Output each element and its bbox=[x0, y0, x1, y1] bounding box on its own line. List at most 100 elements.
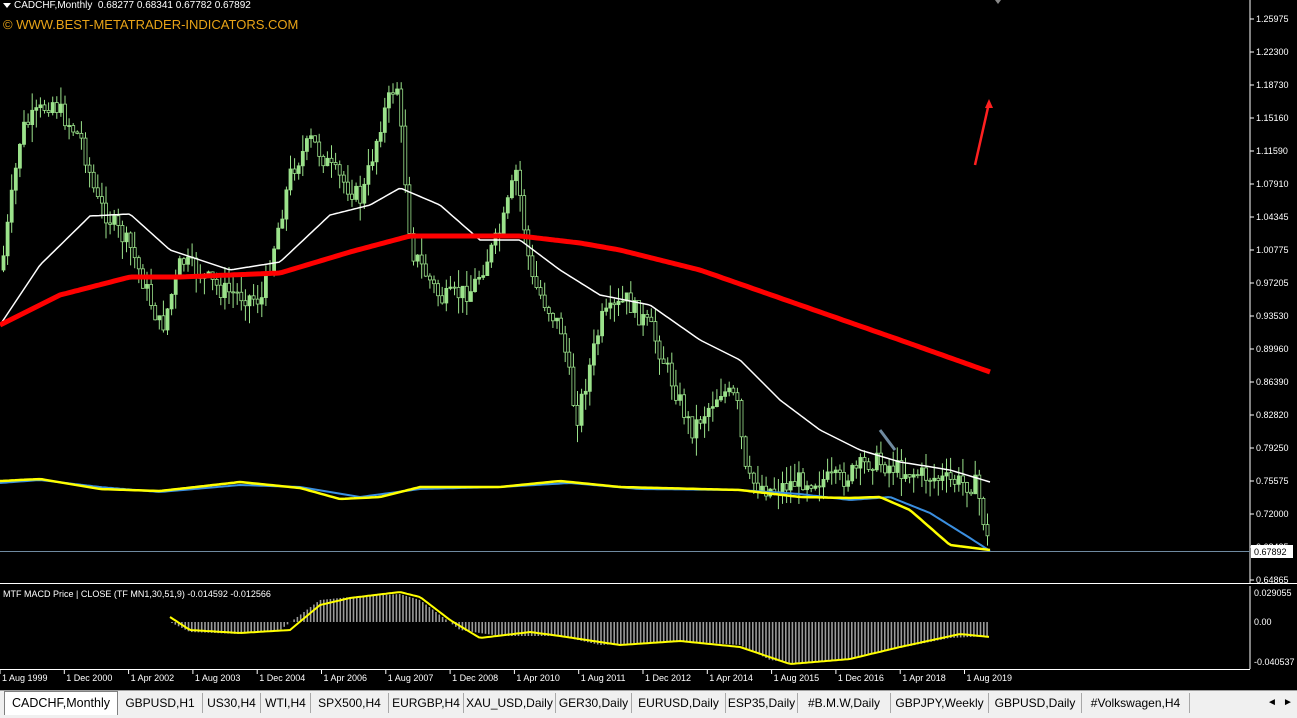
candle-body bbox=[231, 291, 236, 294]
candle-body bbox=[846, 480, 850, 487]
candle-body bbox=[243, 300, 248, 307]
price-tick-label: 0.72000 bbox=[1256, 509, 1289, 519]
tab-ger30-daily[interactable]: GER30,Daily bbox=[556, 693, 632, 713]
tab-gbpusd-daily[interactable]: GBPUSD,Daily bbox=[989, 693, 1082, 713]
candle-body bbox=[296, 165, 301, 174]
candle-body bbox=[879, 452, 883, 466]
candle-body bbox=[59, 103, 63, 113]
candle-body bbox=[399, 88, 404, 127]
candle-body bbox=[46, 110, 51, 114]
candle-body bbox=[985, 524, 990, 537]
candle-body bbox=[124, 232, 129, 243]
tab-volkswagen-h4[interactable]: #Volkswagen,H4 bbox=[1082, 693, 1190, 713]
candle-body bbox=[378, 132, 383, 142]
candle-body bbox=[542, 294, 547, 309]
tab-wti-h4[interactable]: WTI,H4 bbox=[261, 693, 311, 713]
candle-body bbox=[833, 469, 838, 474]
price-tick-label: 0.86390 bbox=[1256, 377, 1289, 387]
candle-body bbox=[518, 169, 522, 197]
candle-body bbox=[571, 366, 576, 406]
candle-body bbox=[653, 321, 658, 342]
candle-body bbox=[731, 387, 736, 394]
candle-body bbox=[120, 225, 125, 243]
time-tick-label: 1 Aug 2015 bbox=[774, 673, 820, 683]
candle-body bbox=[669, 362, 674, 387]
tab-gbpjpy-weekly[interactable]: GBPJPY,Weekly bbox=[891, 693, 989, 713]
tab-gbpusd-h1[interactable]: GBPUSD,H1 bbox=[118, 693, 203, 713]
tab-spx500-h4[interactable]: SPX500,H4 bbox=[311, 693, 389, 713]
tab-scroll-left-icon[interactable]: ◄ bbox=[1265, 695, 1279, 711]
tab-esp35-daily[interactable]: ESP35,Daily bbox=[726, 693, 798, 713]
time-tick-label: 1 Dec 2012 bbox=[645, 673, 691, 683]
candle-body bbox=[825, 471, 830, 480]
candle-body bbox=[235, 291, 240, 294]
candle-body bbox=[345, 181, 350, 195]
candle-body bbox=[423, 263, 428, 277]
candle-body bbox=[403, 125, 408, 186]
indicator-label: MTF MACD Price | CLOSE (TF MN1,30,51,9) … bbox=[3, 589, 271, 599]
candle-body bbox=[386, 92, 391, 109]
candle-body bbox=[604, 307, 609, 312]
candle-body bbox=[817, 485, 822, 488]
candle-body bbox=[128, 232, 133, 248]
time-tick-label: 1 Aug 2011 bbox=[581, 673, 626, 683]
candle-body bbox=[809, 485, 814, 489]
candle-body bbox=[936, 477, 941, 481]
time-tick-label: 1 Dec 2004 bbox=[259, 673, 305, 683]
candle-body bbox=[42, 104, 47, 111]
price-tick-label: 0.93530 bbox=[1256, 311, 1289, 321]
candle-body bbox=[432, 279, 436, 285]
tab-b-m-w-daily[interactable]: #B.M.W,Daily bbox=[798, 693, 891, 713]
time-tick-label: 1 Aug 2003 bbox=[195, 673, 241, 683]
candle-body bbox=[944, 472, 949, 477]
candle-body bbox=[530, 255, 535, 278]
candle-body bbox=[940, 475, 945, 481]
candle-body bbox=[862, 457, 867, 463]
candle-body bbox=[222, 282, 227, 298]
tab-us30-h4[interactable]: US30,H4 bbox=[203, 693, 261, 713]
tab-eurusd-daily[interactable]: EURUSD,Daily bbox=[632, 693, 726, 713]
candle-body bbox=[915, 474, 920, 477]
time-tick-label: 1 Apr 2006 bbox=[324, 673, 368, 683]
candle-body bbox=[686, 416, 691, 419]
candle-body bbox=[214, 279, 219, 286]
candles bbox=[1, 82, 990, 546]
candle-body bbox=[952, 478, 957, 485]
candle-body bbox=[956, 475, 961, 485]
candle-body bbox=[79, 133, 84, 139]
tab-xau-usd-daily[interactable]: XAU_USD,Daily bbox=[464, 693, 556, 713]
candle-body bbox=[91, 171, 96, 189]
candle-body bbox=[333, 162, 338, 166]
candle-body bbox=[477, 277, 482, 280]
candle-body bbox=[448, 286, 453, 289]
candle-body bbox=[797, 472, 801, 487]
candle-body bbox=[969, 491, 973, 495]
candle-body bbox=[177, 258, 182, 276]
time-tick-label: 1 Aug 2007 bbox=[388, 673, 434, 683]
candle-body bbox=[514, 169, 518, 182]
candle-body bbox=[751, 472, 756, 484]
candle-body bbox=[288, 168, 293, 191]
tab-eurgbp-h4[interactable]: EURGBP,H4 bbox=[389, 693, 464, 713]
macd-tick-label: -0.040537 bbox=[1254, 657, 1295, 667]
candle-body bbox=[194, 257, 199, 277]
macd-axis-labels: 0.029055 0.00 -0.040537 bbox=[1254, 588, 1295, 667]
tab-cadchf-monthly[interactable]: CADCHF,Monthly bbox=[4, 691, 118, 715]
ohlc-values: 0.68277 0.68341 0.67782 0.67892 bbox=[97, 0, 251, 11]
candle-body bbox=[563, 333, 568, 353]
candle-body bbox=[358, 185, 363, 204]
candle-body bbox=[616, 300, 621, 306]
candle-body bbox=[251, 295, 256, 300]
candle-body bbox=[866, 461, 871, 470]
tab-scroll-right-icon[interactable]: ► bbox=[1281, 695, 1295, 711]
candle-body bbox=[468, 291, 473, 302]
candle-body bbox=[501, 212, 506, 235]
candle-body bbox=[612, 302, 617, 306]
candle-body bbox=[63, 103, 67, 127]
price-tick-label: 1.00775 bbox=[1256, 245, 1289, 255]
candle-body bbox=[456, 287, 461, 299]
candle-body bbox=[473, 278, 477, 293]
menu-triangle-icon[interactable] bbox=[3, 2, 11, 8]
price-tick-label: 0.75575 bbox=[1256, 476, 1289, 486]
chart-canvas[interactable]: 1.25975 1.22300 1.18730 1.15160 1.11590 1.079… bbox=[0, 0, 1297, 690]
